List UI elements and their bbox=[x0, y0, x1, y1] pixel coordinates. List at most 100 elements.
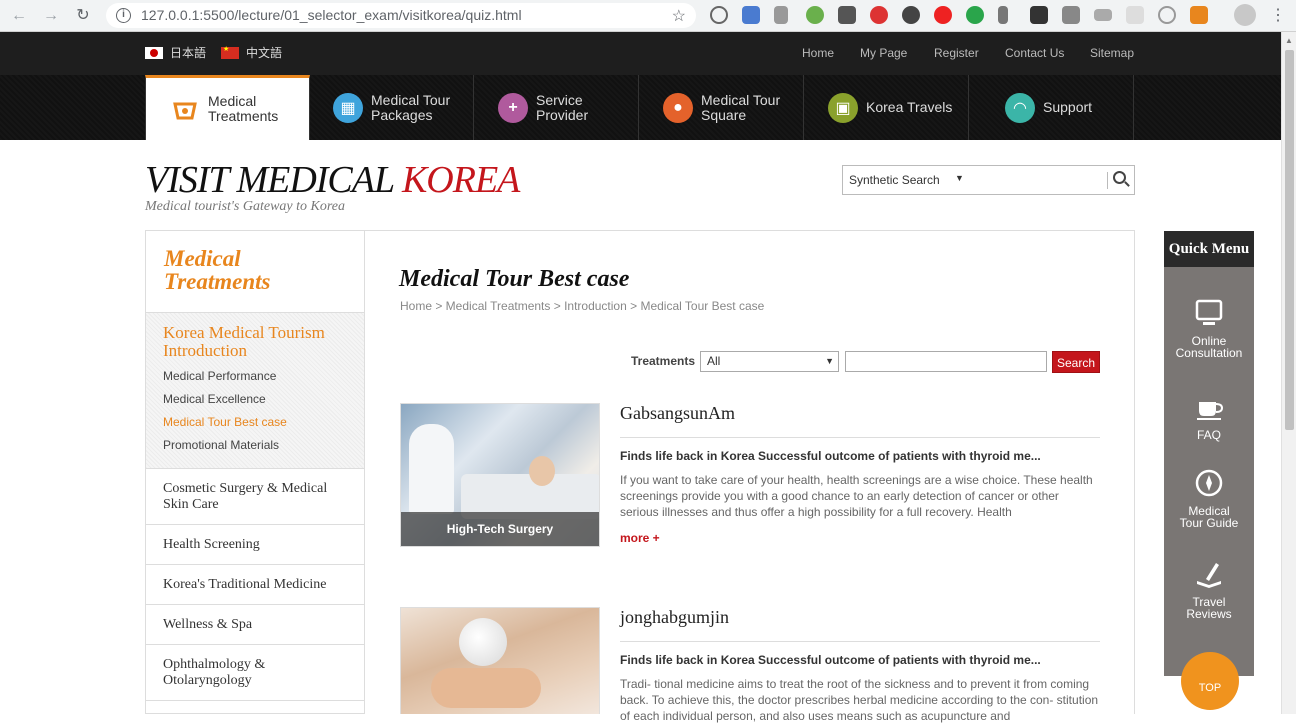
sidebar-sub-promotional-materials[interactable]: Promotional Materials bbox=[163, 438, 279, 452]
case-title[interactable]: jonghabgumjin bbox=[620, 607, 729, 628]
sidebar-section-title[interactable]: Korea Medical Tourism Introduction bbox=[163, 324, 325, 360]
synthetic-search[interactable]: Synthetic Search ▼ bbox=[842, 165, 1135, 195]
nav-service-provider[interactable]: + Service Provider bbox=[474, 75, 639, 140]
top-link-register[interactable]: Register bbox=[934, 46, 979, 60]
case-title[interactable]: GabsangsunAm bbox=[620, 403, 735, 424]
sidebar-sub-best-case[interactable]: Medical Tour Best case bbox=[163, 415, 287, 429]
logo-text: VISIT MEDICAL bbox=[145, 159, 402, 201]
extension-icon[interactable] bbox=[774, 6, 788, 24]
nav-label: Korea Travels bbox=[866, 99, 953, 115]
extension-icon[interactable] bbox=[1062, 6, 1080, 24]
monitor-icon bbox=[1193, 297, 1225, 329]
profile-avatar[interactable] bbox=[1234, 4, 1256, 26]
treatments-filter-label: Treatments bbox=[631, 354, 696, 368]
back-arrow-icon[interactable]: ← bbox=[10, 7, 28, 25]
nav-support[interactable]: ◠ Support bbox=[969, 75, 1134, 140]
quick-menu-title: Quick Menu bbox=[1164, 231, 1254, 267]
language-japanese[interactable]: 日本語 bbox=[145, 44, 206, 61]
japan-flag-icon bbox=[145, 46, 163, 59]
search-input[interactable] bbox=[845, 351, 1047, 372]
extension-icon[interactable] bbox=[806, 6, 824, 24]
gift-icon: ▦ bbox=[333, 92, 363, 123]
extension-icon[interactable] bbox=[1030, 6, 1048, 24]
sidebar-item-wellness-spa[interactable]: Wellness & Spa bbox=[146, 605, 364, 645]
logo-text-korea: KOREA bbox=[401, 159, 520, 201]
sidebar-sub-medical-excellence[interactable]: Medical Excellence bbox=[163, 392, 266, 406]
quick-travel-reviews[interactable]: Travel Reviews bbox=[1164, 558, 1254, 620]
browser-toolbar: ← → ↻ i 127.0.0.1:5500/lecture/01_select… bbox=[0, 0, 1296, 32]
extension-icon[interactable] bbox=[902, 6, 920, 24]
case-description: Tradi- tional medicine aims to treat the… bbox=[620, 677, 1099, 723]
headset-icon: ◠ bbox=[1005, 92, 1035, 123]
page-scrollbar[interactable]: ▲ bbox=[1281, 32, 1296, 714]
nav-korea-travels[interactable]: ▣ Korea Travels bbox=[804, 75, 969, 140]
case-subtitle: Finds life back in Korea Successful outc… bbox=[620, 653, 1041, 667]
sidebar-item-ophthalmology[interactable]: Ophthalmology & Otolaryngology bbox=[146, 645, 364, 701]
extension-icon[interactable] bbox=[1158, 6, 1176, 24]
speech-bubble-icon: ● bbox=[663, 92, 693, 123]
extension-icon[interactable] bbox=[870, 6, 888, 24]
site-logo[interactable]: VISIT MEDICAL KOREA bbox=[145, 158, 520, 202]
bus-icon: ▣ bbox=[828, 92, 858, 123]
case-subtitle: Finds life back in Korea Successful outc… bbox=[620, 449, 1041, 463]
dropdown-arrow-icon[interactable]: ▼ bbox=[955, 173, 964, 183]
bookmark-star-icon[interactable]: ☆ bbox=[672, 6, 686, 26]
nav-medical-tour-square[interactable]: ● Medical Tour Square bbox=[639, 75, 804, 140]
sidebar-item-health-screening[interactable]: Health Screening bbox=[146, 525, 364, 565]
search-button[interactable]: Search bbox=[1052, 351, 1100, 373]
top-link-sitemap[interactable]: Sitemap bbox=[1090, 46, 1134, 60]
quick-faq[interactable]: FAQ bbox=[1164, 391, 1254, 441]
more-link[interactable]: more + bbox=[620, 531, 660, 545]
search-scope-select[interactable]: Synthetic Search bbox=[849, 173, 940, 187]
sidebar-item-traditional-medicine[interactable]: Korea's Traditional Medicine bbox=[146, 565, 364, 605]
top-link-contact[interactable]: Contact Us bbox=[1005, 46, 1064, 60]
top-link-home[interactable]: Home bbox=[802, 46, 834, 60]
treatments-select-value: All bbox=[707, 354, 721, 368]
info-icon[interactable]: i bbox=[116, 8, 131, 23]
nav-label: Medical Tour bbox=[701, 91, 781, 108]
nav-medical-treatments[interactable]: Medical Treatments bbox=[145, 75, 310, 140]
top-utility-bar: 日本語 中文語 Home My Page Register Contact Us… bbox=[0, 32, 1281, 75]
address-bar[interactable]: i 127.0.0.1:5500/lecture/01_selector_exa… bbox=[106, 3, 696, 28]
extension-icon[interactable] bbox=[1094, 9, 1112, 21]
nav-label: Medical bbox=[208, 93, 257, 109]
sidebar: Medical Treatments Korea Medical Tourism I… bbox=[145, 230, 365, 714]
sidebar-item-cosmetic-surgery[interactable]: Cosmetic Surgery & Medical Skin Care bbox=[146, 469, 364, 525]
search-icon[interactable] bbox=[1113, 171, 1126, 184]
treatments-select[interactable]: All ▼ bbox=[700, 351, 839, 372]
reload-icon[interactable]: ↻ bbox=[74, 7, 92, 25]
dropdown-arrow-icon: ▼ bbox=[825, 356, 834, 366]
scrollbar-thumb[interactable] bbox=[1285, 50, 1294, 430]
sidebar-sub-medical-performance[interactable]: Medical Performance bbox=[163, 369, 276, 383]
cup-icon bbox=[1193, 391, 1225, 423]
scroll-up-icon[interactable]: ▲ bbox=[1285, 36, 1293, 45]
nav-label: Support bbox=[1043, 99, 1093, 115]
case-thumbnail[interactable] bbox=[400, 607, 600, 714]
scroll-top-button[interactable]: TOP bbox=[1181, 652, 1239, 710]
nav-label: Service Provider bbox=[536, 91, 589, 123]
url-text[interactable]: 127.0.0.1:5500/lecture/01_selector_exam/… bbox=[141, 7, 522, 23]
site-tagline: Medical tourist's Gateway to Korea bbox=[145, 199, 346, 214]
extension-icon[interactable] bbox=[1190, 6, 1208, 24]
extension-icon[interactable] bbox=[710, 6, 728, 24]
extension-icon[interactable] bbox=[934, 6, 952, 24]
quick-medical-tour-guide[interactable]: Medical Tour Guide bbox=[1164, 467, 1254, 529]
nav-label: Square bbox=[701, 106, 747, 123]
extension-icon[interactable] bbox=[742, 6, 760, 24]
extension-icon[interactable] bbox=[1126, 6, 1144, 24]
extension-icon[interactable] bbox=[998, 6, 1008, 24]
quick-online-consultation[interactable]: Online Consultation bbox=[1164, 297, 1254, 359]
nav-label: Packages bbox=[371, 106, 433, 123]
pen-book-icon bbox=[1193, 558, 1225, 590]
menu-kebab-icon[interactable]: ⋮ bbox=[1270, 5, 1286, 25]
extension-icon[interactable] bbox=[838, 6, 856, 24]
china-flag-icon bbox=[221, 45, 239, 59]
forward-arrow-icon[interactable]: → bbox=[42, 7, 60, 25]
top-link-mypage[interactable]: My Page bbox=[860, 46, 907, 60]
sidebar-current-section: Korea Medical Tourism Introduction Medica… bbox=[146, 312, 364, 469]
nav-medical-tour-packages[interactable]: ▦ Medical Tour Packages bbox=[309, 75, 474, 140]
language-chinese[interactable]: 中文語 bbox=[221, 44, 282, 61]
extension-icon[interactable] bbox=[966, 6, 984, 24]
page-title: Medical Tour Best case bbox=[399, 266, 630, 292]
case-thumbnail[interactable]: High-Tech Surgery bbox=[400, 403, 600, 547]
